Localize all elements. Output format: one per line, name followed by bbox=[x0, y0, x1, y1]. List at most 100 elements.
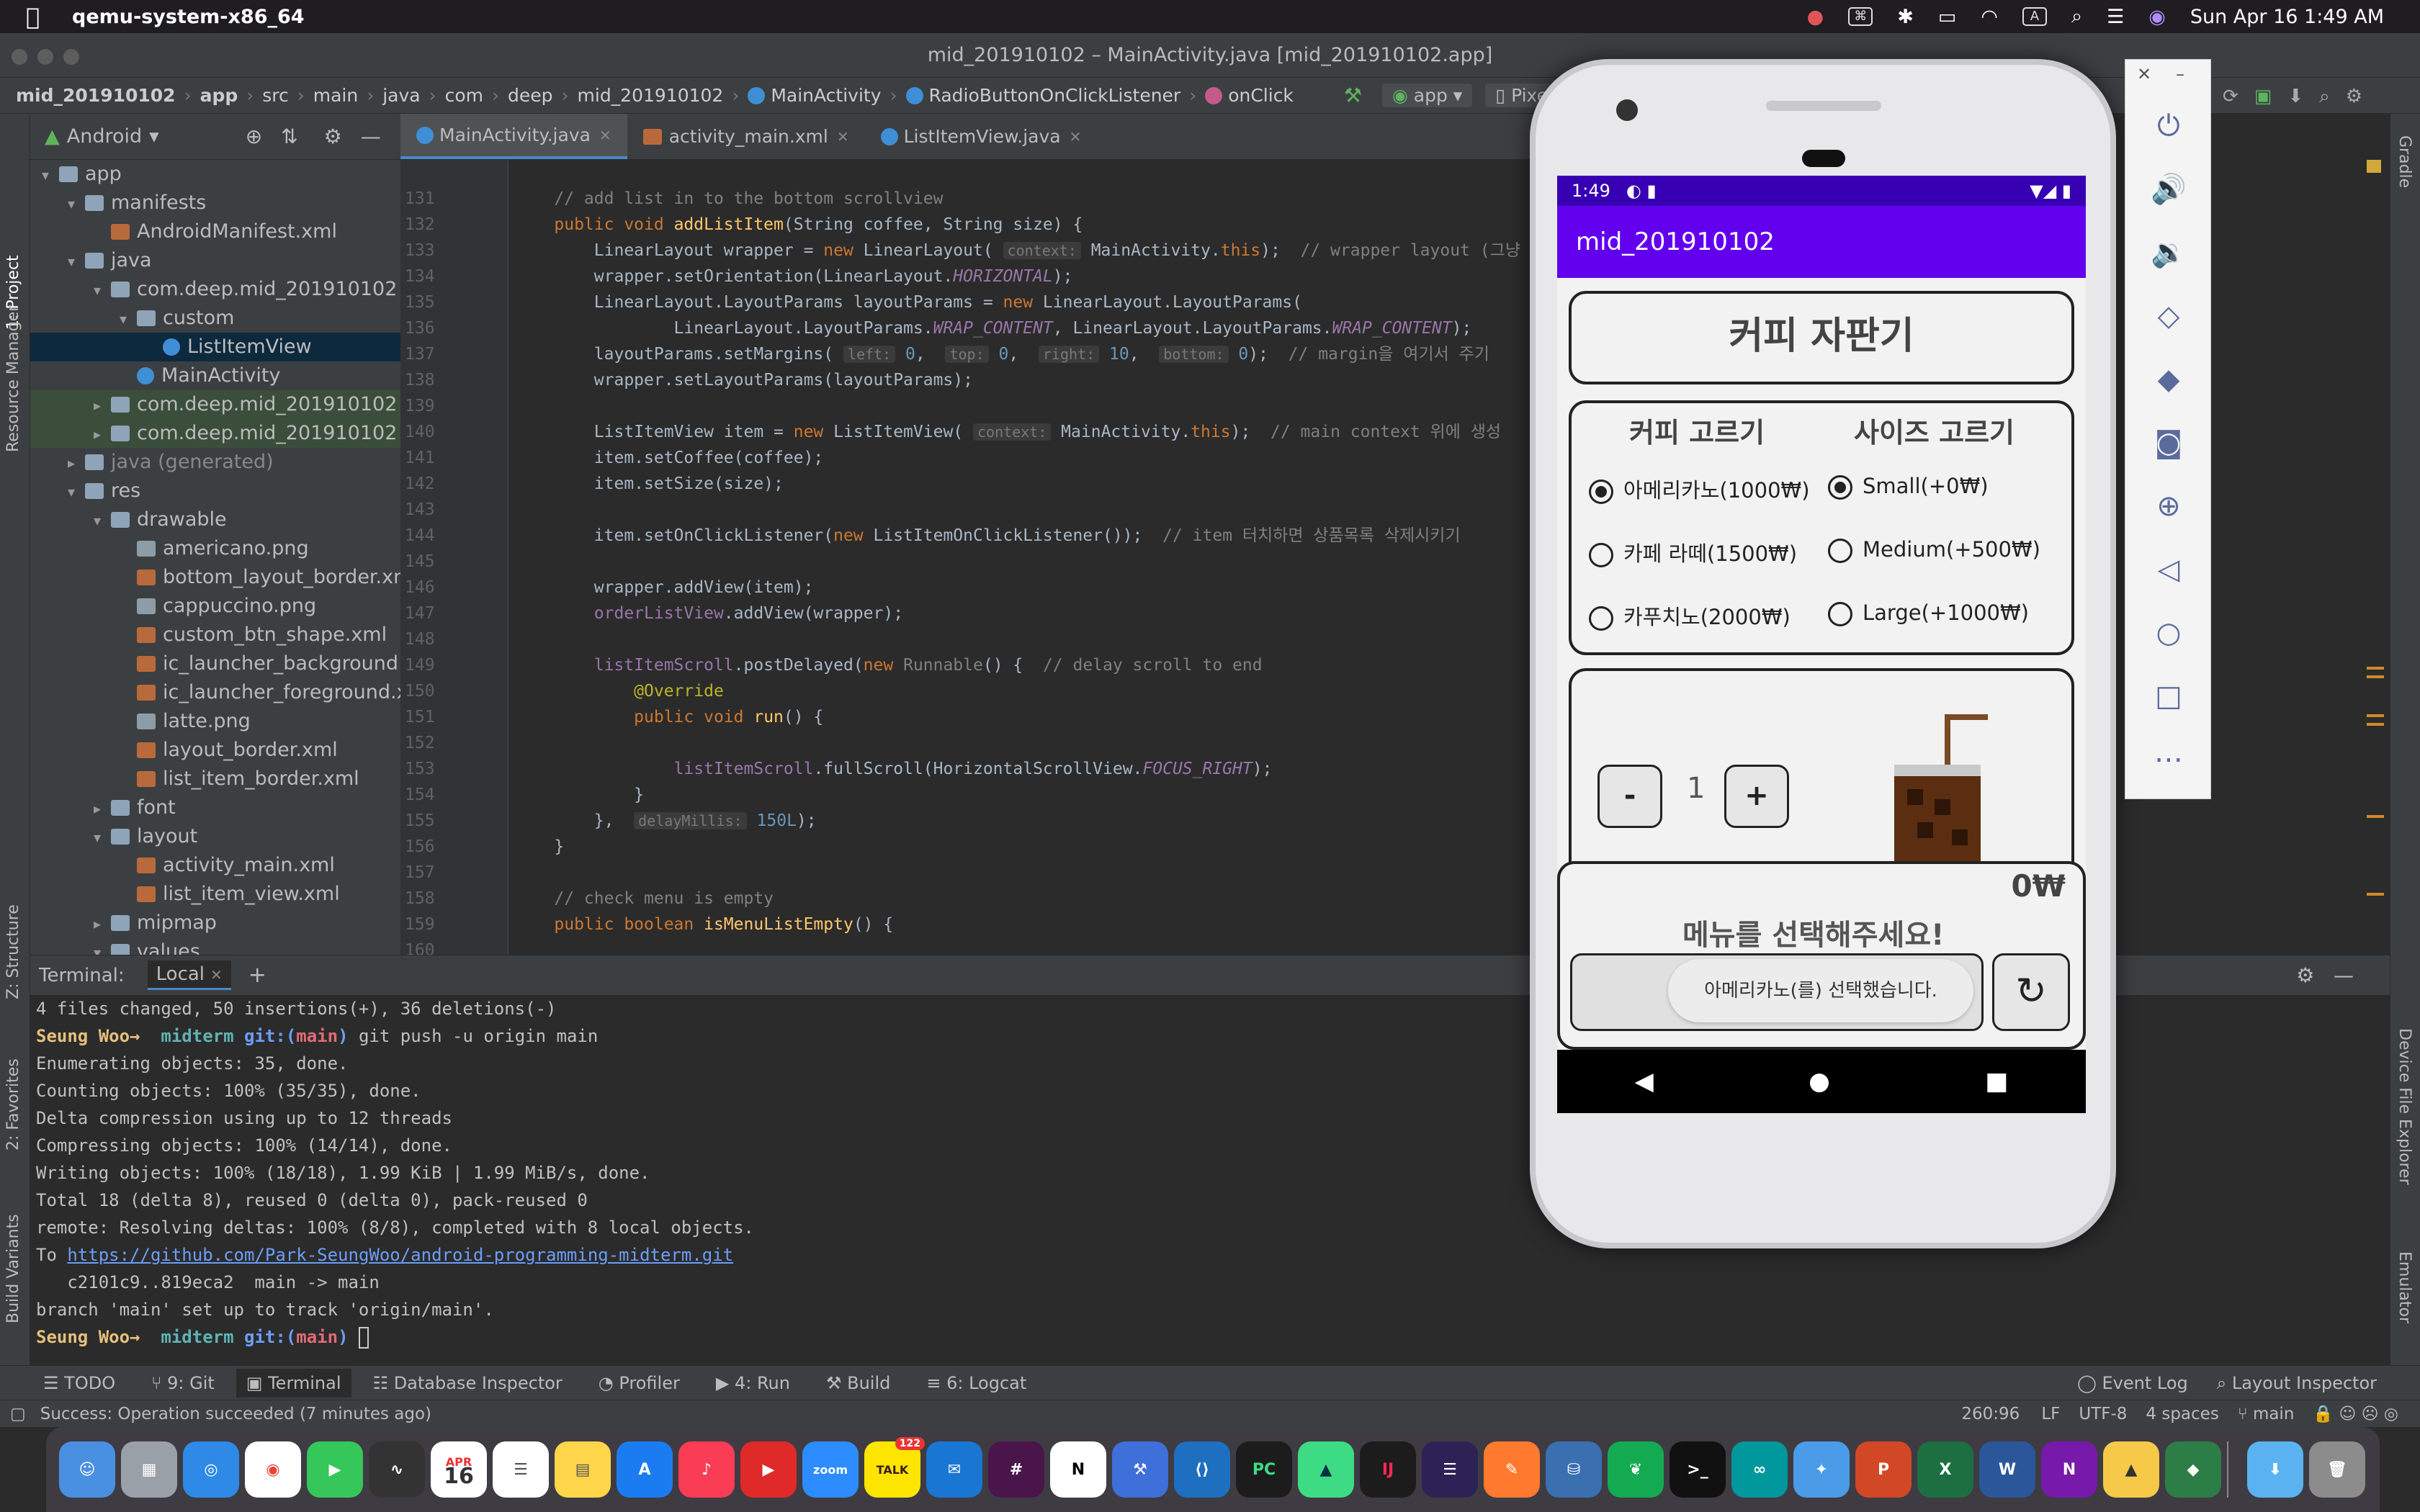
tree-item[interactable]: ▾ res bbox=[30, 477, 400, 505]
tab-listitemview[interactable]: ListItemView.java ✕ bbox=[865, 114, 1098, 159]
tree-item[interactable]: layout_border.xml bbox=[30, 736, 400, 765]
close-icon[interactable]: ✕ bbox=[1070, 128, 1082, 145]
terminal-tab-local[interactable]: Local ✕ bbox=[147, 960, 231, 990]
event-log-button[interactable]: ◯ Event Log bbox=[2077, 1373, 2188, 1393]
sync-icon[interactable]: ⟳ bbox=[2223, 86, 2238, 107]
spotlight-icon[interactable]: ⌕ bbox=[2071, 5, 2082, 28]
tree-item[interactable]: ▸ com.deep.mid_201910102 ( bbox=[30, 419, 400, 448]
layout-inspector-button[interactable]: ⌕ Layout Inspector bbox=[2217, 1373, 2377, 1393]
control-center-icon[interactable]: ☰ bbox=[2107, 6, 2124, 28]
home-icon[interactable]: ● bbox=[1809, 1067, 1830, 1096]
git-branch-widget[interactable]: ⑂ main bbox=[2238, 1405, 2295, 1423]
bluetooth-icon[interactable]: ✱ bbox=[1897, 6, 1914, 28]
radio-large[interactable]: Large(+1000₩) bbox=[1828, 600, 2029, 626]
settings-icon[interactable]: ⚙ bbox=[2346, 86, 2362, 107]
wireshark-icon[interactable]: ▲ bbox=[2103, 1441, 2159, 1498]
minus-button[interactable]: - bbox=[1597, 765, 1662, 828]
terminal-prompt-line[interactable]: Seung Woo→ midterm git:(main) bbox=[36, 1323, 2390, 1351]
minimize-icon[interactable]: – bbox=[2176, 64, 2184, 84]
battery-icon[interactable]: ▭ bbox=[1938, 6, 1957, 28]
apple-icon[interactable]:  bbox=[26, 3, 40, 30]
vscode-icon[interactable]: ⟨⟩ bbox=[1174, 1441, 1230, 1498]
breadcrumb-class[interactable]: MainActivity bbox=[771, 85, 881, 106]
add-terminal-icon[interactable]: + bbox=[248, 963, 266, 988]
breadcrumb-src[interactable]: src bbox=[262, 85, 289, 106]
back-icon[interactable]: ◁ bbox=[2147, 548, 2190, 591]
logcat-tool-button[interactable]: ≡ 6: Logcat bbox=[926, 1373, 1026, 1393]
tree-item[interactable]: americano.png bbox=[30, 534, 400, 563]
tree-item[interactable]: ▸ font bbox=[30, 793, 400, 822]
calendar-icon[interactable]: APR 16 bbox=[431, 1441, 487, 1498]
notification-app-icon[interactable]: ● bbox=[1807, 6, 1824, 28]
radio-americano[interactable]: 아메리카노(1000₩) bbox=[1589, 474, 1810, 504]
back-icon[interactable]: ◀ bbox=[1635, 1067, 1654, 1096]
tree-item[interactable]: AndroidManifest.xml bbox=[30, 217, 400, 246]
hide-panel-icon[interactable]: — bbox=[361, 125, 381, 148]
tree-item[interactable]: cappuccino.png bbox=[30, 592, 400, 621]
todo-tool-button[interactable]: ☰ TODO bbox=[43, 1373, 115, 1393]
xcode-icon[interactable]: ⚒ bbox=[1112, 1441, 1168, 1498]
build-hammer-icon[interactable]: ⚒ bbox=[1344, 84, 1362, 107]
chevron-right-icon[interactable]: ▸ bbox=[94, 420, 111, 449]
tree-item[interactable]: activity_main.xml bbox=[30, 851, 400, 880]
device-manager-icon[interactable]: ▣ bbox=[2254, 86, 2272, 107]
status-icons[interactable]: 🔒 ☺ ☹ ◎ bbox=[2313, 1404, 2398, 1423]
chevron-down-icon[interactable]: ▾ bbox=[68, 247, 85, 276]
volume-up-icon[interactable]: 🔊 bbox=[2147, 168, 2190, 211]
input-source-icon[interactable]: A bbox=[2022, 7, 2047, 26]
cursor-position[interactable]: 260:96 bbox=[1961, 1405, 2020, 1423]
tree-item[interactable]: ▸ java (generated) bbox=[30, 448, 400, 477]
app-store-icon[interactable]: A bbox=[617, 1441, 673, 1498]
script-editor-icon[interactable]: ✦ bbox=[1793, 1441, 1850, 1498]
tree-item[interactable]: ic_launcher_background bbox=[30, 649, 400, 678]
locate-icon[interactable]: ⊕ bbox=[246, 125, 262, 148]
chevron-right-icon[interactable]: ▸ bbox=[94, 794, 111, 823]
zoom-window-icon[interactable] bbox=[63, 49, 79, 65]
tree-item[interactable]: latte.png bbox=[30, 707, 400, 736]
status-message[interactable]: Success: Operation succeeded (7 minutes … bbox=[40, 1405, 431, 1423]
line-separator[interactable]: LF bbox=[2041, 1405, 2060, 1423]
notes-icon[interactable]: ▤ bbox=[555, 1441, 611, 1498]
volume-down-icon[interactable]: 🔉 bbox=[2147, 231, 2190, 274]
terminal-app-icon[interactable]: >_ bbox=[1670, 1441, 1726, 1498]
file-encoding[interactable]: UTF-8 bbox=[2079, 1405, 2127, 1423]
tree-item[interactable]: ▾ app bbox=[30, 160, 400, 189]
recents-icon[interactable]: ■ bbox=[1985, 1067, 2008, 1096]
chevron-down-icon[interactable]: ▾ bbox=[94, 938, 111, 955]
arduino-icon[interactable]: ∞ bbox=[1731, 1441, 1788, 1498]
close-icon[interactable]: ✕ bbox=[210, 966, 223, 984]
tree-item[interactable]: ▾ layout bbox=[30, 822, 400, 851]
pycharm-icon[interactable]: PC bbox=[1236, 1441, 1292, 1498]
notion-icon[interactable]: N bbox=[1050, 1441, 1106, 1498]
breadcrumb-method[interactable]: onClick bbox=[1228, 85, 1294, 106]
sourcetree-icon[interactable]: ◆ bbox=[2165, 1441, 2221, 1498]
warning-marker[interactable] bbox=[2367, 160, 2381, 173]
menubar-clock[interactable]: Sun Apr 16 1:49 AM bbox=[2190, 6, 2384, 28]
minimize-window-icon[interactable] bbox=[37, 49, 53, 65]
run-tool-button[interactable]: ▶ 4: Run bbox=[716, 1373, 790, 1393]
chevron-down-icon[interactable]: ▾ bbox=[68, 477, 85, 506]
code-editor[interactable]: // add list in to the bottom scrollview … bbox=[508, 160, 1538, 955]
wifi-icon[interactable]: ◠ bbox=[1981, 6, 1998, 28]
project-view-select[interactable]: Android bbox=[67, 125, 142, 148]
mysql-workbench-icon[interactable]: ⛁ bbox=[1546, 1441, 1602, 1498]
launchpad-icon[interactable]: ▦ bbox=[121, 1441, 177, 1498]
device-file-explorer-tab[interactable]: Device File Explorer bbox=[2396, 1028, 2414, 1185]
status-toggle-icon[interactable]: ▢ bbox=[10, 1405, 26, 1423]
overview-icon[interactable]: □ bbox=[2147, 675, 2190, 718]
chrome-icon[interactable]: ◉ bbox=[245, 1441, 301, 1498]
breadcrumb-java[interactable]: java bbox=[382, 85, 420, 106]
rotate-right-icon[interactable]: ◆ bbox=[2147, 358, 2190, 401]
power-icon[interactable]: ⏻ bbox=[2147, 104, 2190, 148]
build-variants-tab[interactable]: Build Variants bbox=[4, 1214, 22, 1323]
intellij-icon[interactable]: IJ bbox=[1360, 1441, 1416, 1498]
word-icon[interactable]: W bbox=[1979, 1441, 2035, 1498]
finder-icon[interactable]: ☺ bbox=[59, 1441, 115, 1498]
tree-item[interactable]: ▸ com.deep.mid_201910102 ( bbox=[30, 390, 400, 419]
mongodb-icon[interactable]: ❦ bbox=[1608, 1441, 1664, 1498]
chevron-right-icon[interactable]: ▸ bbox=[94, 391, 111, 420]
youtube-music-icon[interactable]: ▶ bbox=[740, 1441, 797, 1498]
chevron-down-icon[interactable]: ▾ bbox=[94, 276, 111, 305]
chevron-down-icon[interactable]: ▾ bbox=[42, 161, 59, 189]
tree-item[interactable]: custom_btn_shape.xml bbox=[30, 621, 400, 649]
